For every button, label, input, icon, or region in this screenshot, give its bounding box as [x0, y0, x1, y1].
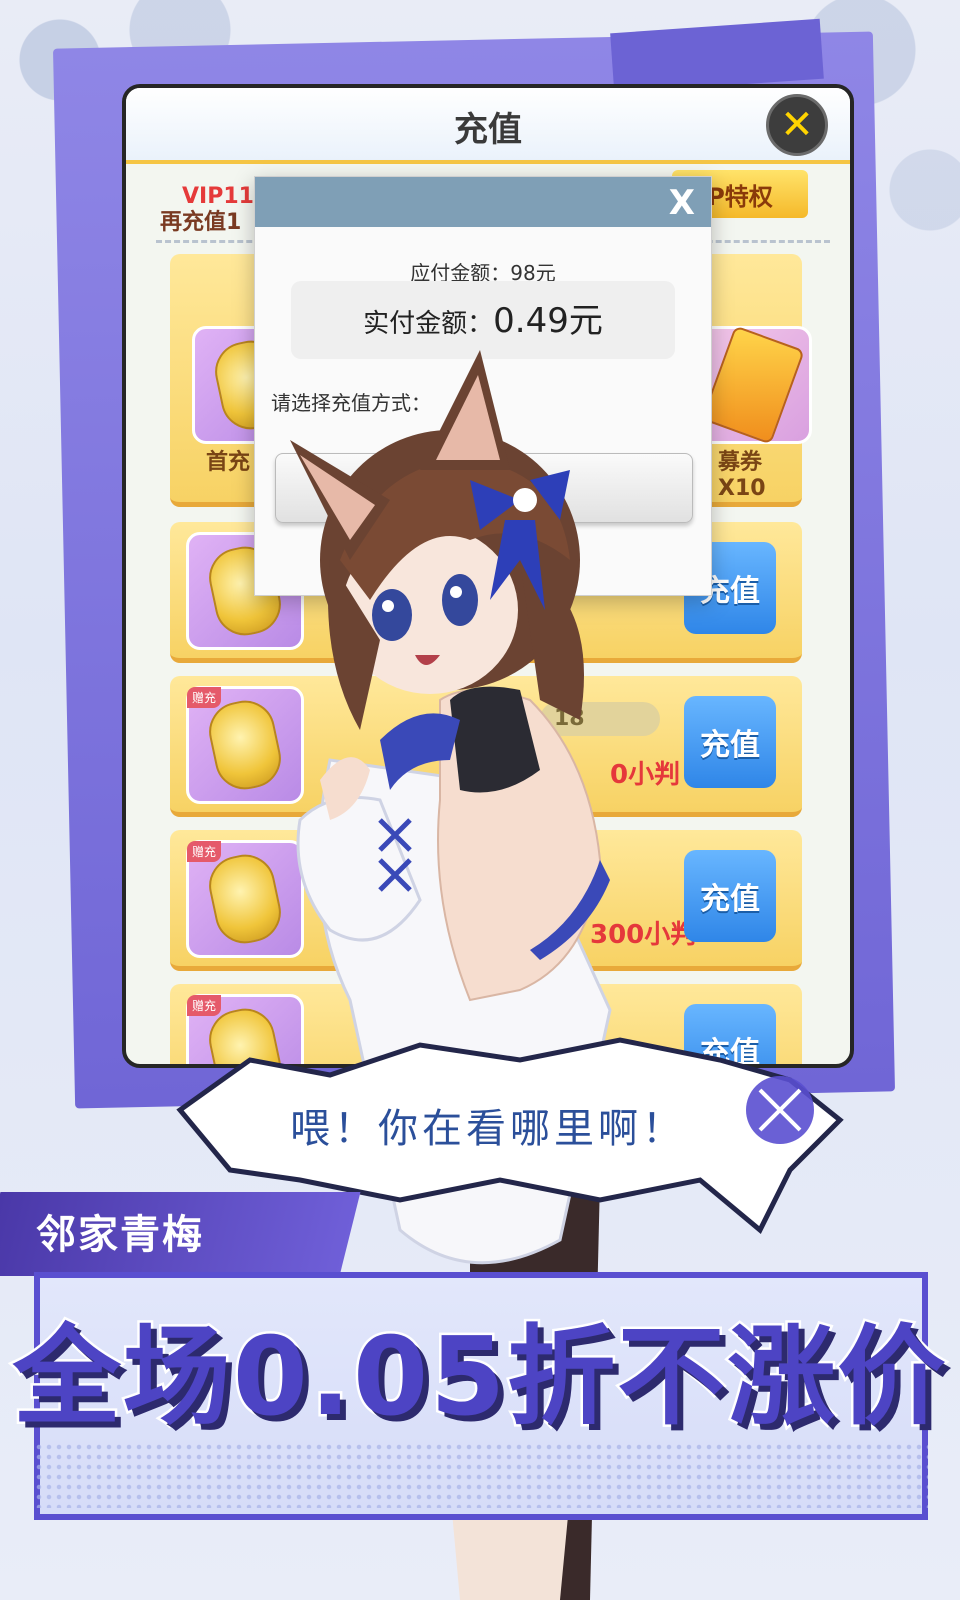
- gold-ingots-icon: 赠充: [186, 686, 304, 804]
- recharge-card: 赠充 18 0小判 充值: [170, 676, 802, 817]
- promo-slogan: 全场0.05折不涨价: [10, 1313, 948, 1443]
- vip-progress-text: 再充值1: [160, 210, 242, 235]
- dialog-close-button[interactable]: X: [669, 183, 695, 223]
- card-caption-right: 募券X10: [718, 450, 766, 501]
- bonus-text: 0小判: [610, 760, 681, 790]
- dialog-title-bar: X: [255, 177, 711, 227]
- character-tag: 邻家青梅: [36, 1212, 204, 1258]
- amount-paid: 实付金额：0.49元: [255, 293, 711, 342]
- payment-method-label: 请选择充值方式：: [271, 391, 431, 415]
- recharge-card: 赠充 300小判 充值: [170, 830, 802, 971]
- payment-dialog: X 应付金额：98元 实付金额：0.49元 请选择充值方式：: [254, 176, 712, 596]
- amount-paid-label: 实付金额：: [363, 309, 494, 339]
- price-pill: 8: [470, 1010, 590, 1044]
- gold-ingots-icon: 赠充: [186, 994, 304, 1064]
- recharge-card: 赠充 8 充值: [170, 984, 802, 1064]
- panel-header: 充值 ✕: [126, 88, 850, 164]
- speech-bubble-text: 喂！你在看哪里啊！: [290, 1106, 686, 1152]
- bonus-text: 300小判: [590, 920, 697, 950]
- recharge-button[interactable]: 充值: [684, 1004, 776, 1064]
- card-caption-left: 首充: [206, 450, 251, 475]
- gold-ingots-icon: 赠充: [186, 840, 304, 958]
- banner-dot-pattern: [34, 1442, 928, 1508]
- recharge-button[interactable]: 充值: [684, 850, 776, 942]
- gift-tag: 赠充: [187, 995, 222, 1016]
- recharge-button[interactable]: 充值: [684, 696, 776, 788]
- amount-paid-value: 0.49元: [493, 301, 603, 341]
- price-pill: 18: [540, 702, 660, 736]
- payment-method-button[interactable]: [275, 453, 477, 523]
- gift-tag: 赠充: [187, 841, 222, 862]
- panel-title: 充值: [454, 110, 522, 150]
- payment-method-button[interactable]: [491, 453, 693, 523]
- close-button[interactable]: ✕: [766, 94, 828, 156]
- gift-tag: 赠充: [187, 687, 222, 708]
